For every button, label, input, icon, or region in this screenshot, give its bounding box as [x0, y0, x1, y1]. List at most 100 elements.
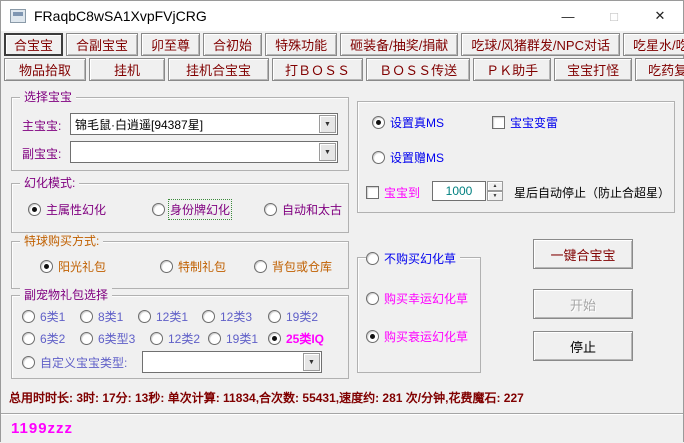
app-window: { "window": { "title": "FRaqbC8wSA1XvpFV…: [0, 0, 684, 442]
sub-pet-value: [75, 142, 317, 162]
custom-pet-type-value: [147, 352, 301, 372]
radio-label: 6类型3: [98, 330, 135, 347]
group-ball-purchase: 特球购买方式: 阳光礼包 特制礼包 背包或仓库: [11, 241, 349, 289]
checkbox-pet-thunder[interactable]: 宝宝变雷: [492, 114, 558, 131]
radio-icon: [366, 330, 379, 343]
chevron-down-icon[interactable]: ▼: [303, 353, 320, 371]
main-pet-label: 主宝宝:: [22, 117, 61, 134]
radio-icon: [80, 332, 93, 345]
close-icon[interactable]: ✕: [637, 1, 683, 31]
radio-icon: [366, 292, 379, 305]
radio-pack-12-2[interactable]: 12类2: [150, 330, 200, 347]
radio-bag-or-warehouse[interactable]: 背包或仓库: [254, 258, 332, 275]
radio-set-gift-ms[interactable]: 设置赠MS: [372, 149, 444, 166]
radio-main-attr-morph[interactable]: 主属性幻化: [28, 201, 106, 218]
radio-icon: [28, 203, 41, 216]
tab-combine-sub-pet[interactable]: 合副宝宝: [66, 33, 138, 56]
tab-row-2: 物品拾取 挂机 挂机合宝宝 打ＢＯＳＳ ＢＯＳＳ传送 ＰＫ助手 宝宝打怪 吃药复…: [4, 58, 680, 81]
tab-eat-starwater-lucky-donate[interactable]: 吃星水/吃幸运/捐团: [623, 33, 684, 56]
radio-icon: [268, 332, 281, 345]
group-sub-pet-pack: 副宠物礼包选择 6类1 8类1 12类1 12类3 19类2 6类2 6类型3 …: [11, 295, 349, 379]
radio-pack-19-2[interactable]: 19类2: [268, 308, 318, 325]
tab-pk-assistant[interactable]: ＰＫ助手: [473, 58, 551, 81]
one-key-combine-button[interactable]: 一键合宝宝: [533, 239, 633, 269]
tab-fight-boss[interactable]: 打ＢＯＳＳ: [272, 58, 363, 81]
tab-eat-medicine-revive[interactable]: 吃药复活: [635, 58, 684, 81]
group-morph-mode-title: 幻化模式:: [20, 176, 79, 190]
tab-item-pickup[interactable]: 物品拾取: [4, 58, 86, 81]
radio-label: 自动和太古: [282, 201, 342, 218]
radio-pack-12-3[interactable]: 12类3: [202, 308, 252, 325]
main-pet-combobox[interactable]: 锦毛鼠·白逍遥[94387星] ▼: [70, 113, 338, 135]
radio-icon: [372, 116, 385, 129]
radio-buy-unlucky-grass[interactable]: 购买衰运幻化草: [366, 328, 468, 345]
star-limit-input[interactable]: [432, 181, 486, 201]
radio-pack-6-type-3[interactable]: 6类型3: [80, 330, 135, 347]
start-button[interactable]: 开始: [533, 289, 633, 319]
radio-icon: [152, 203, 165, 216]
radio-label: 主属性幻化: [46, 201, 106, 218]
tab-afk[interactable]: 挂机: [89, 58, 165, 81]
radio-pack-25-iq[interactable]: 25类IQ: [268, 330, 324, 347]
radio-id-card-morph[interactable]: 身份牌幻化: [152, 201, 230, 218]
radio-label: 购买幸运幻化草: [384, 290, 468, 307]
radio-icon: [254, 260, 267, 273]
radio-auto-taigu[interactable]: 自动和太古: [264, 201, 342, 218]
chevron-down-icon[interactable]: ▼: [319, 143, 336, 161]
radio-label: 特制礼包: [178, 258, 226, 275]
radio-label: 19类2: [286, 308, 318, 325]
radio-sunshine-pack[interactable]: 阳光礼包: [40, 258, 106, 275]
spinner-down-icon[interactable]: ▼: [487, 191, 503, 201]
tab-special-functions[interactable]: 特殊功能: [265, 33, 337, 56]
radio-pack-12-1[interactable]: 12类1: [138, 308, 188, 325]
radio-buy-lucky-grass[interactable]: 购买幸运幻化草: [366, 290, 468, 307]
radio-label: 购买衰运幻化草: [384, 328, 468, 345]
checkbox-label: 宝宝变雷: [510, 114, 558, 131]
radio-icon: [22, 356, 35, 369]
custom-pet-type-combobox[interactable]: ▼: [142, 351, 322, 373]
radio-label: 8类1: [98, 308, 123, 325]
tab-combine-pet[interactable]: 合宝宝: [4, 33, 63, 56]
tab-eat-ball-npc-dialog[interactable]: 吃球/风猪群发/NPC对话: [461, 33, 620, 56]
tab-pet-fight-monster[interactable]: 宝宝打怪: [554, 58, 632, 81]
radio-no-buy-grass[interactable]: 不购买幻化草: [366, 250, 460, 267]
radio-label: 12类1: [156, 308, 188, 325]
radio-label: 身份牌幻化: [170, 201, 230, 218]
spinner-up-icon[interactable]: ▲: [487, 181, 503, 191]
radio-special-pack[interactable]: 特制礼包: [160, 258, 226, 275]
star-limit-spinner: ▲ ▼: [487, 181, 503, 201]
title-bar: FRaqbC8wSA1XvpFVjCRG — □ ✕: [1, 1, 683, 31]
radio-set-true-ms[interactable]: 设置真MS: [372, 114, 444, 131]
minimize-icon[interactable]: —: [545, 1, 591, 31]
window-title: FRaqbC8wSA1XvpFVjCRG: [34, 8, 207, 24]
radio-pack-6-2[interactable]: 6类2: [22, 330, 65, 347]
radio-pack-19-1[interactable]: 19类1: [208, 330, 258, 347]
tab-boss-teleport[interactable]: ＢＯＳＳ传送: [366, 58, 470, 81]
sub-pet-combobox[interactable]: ▼: [70, 141, 338, 163]
radio-pack-8-1[interactable]: 8类1: [80, 308, 123, 325]
tab-smash-equip-lottery-donate[interactable]: 砸装备/抽奖/捐献: [340, 33, 458, 56]
main-pet-value: 锦毛鼠·白逍遥[94387星]: [75, 114, 317, 134]
radio-icon: [138, 310, 151, 323]
status-summary: 总用时时长: 3时: 17分: 13秒: 单次计算: 11834,合次数: 55…: [9, 389, 524, 406]
radio-label: 6类2: [40, 330, 65, 347]
radio-icon: [366, 252, 379, 265]
radio-pack-6-1[interactable]: 6类1: [22, 308, 65, 325]
tab-combine-initial[interactable]: 合初始: [203, 33, 262, 56]
footer-counter: 1199zzz: [11, 420, 73, 437]
radio-label: 设置真MS: [390, 114, 444, 131]
tab-mao-supreme[interactable]: 卯至尊: [141, 33, 200, 56]
tab-afk-combine-pet[interactable]: 挂机合宝宝: [168, 58, 269, 81]
checkbox-pet-to-star[interactable]: 宝宝到: [366, 184, 420, 201]
checkbox-icon: [366, 186, 379, 199]
tab-row-1: 合宝宝 合副宝宝 卯至尊 合初始 特殊功能 砸装备/抽奖/捐献 吃球/风猪群发/…: [4, 33, 680, 56]
group-select-pet: 选择宝宝 主宝宝: 锦毛鼠·白逍遥[94387星] ▼ 副宝宝: ▼: [11, 97, 349, 171]
radio-custom-pet-type[interactable]: 自定义宝宝类型:: [22, 354, 127, 371]
chevron-down-icon[interactable]: ▼: [319, 115, 336, 133]
app-icon: [10, 9, 26, 23]
radio-icon: [150, 332, 163, 345]
radio-label: 不购买幻化草: [384, 250, 456, 267]
checkbox-label: 宝宝到: [384, 184, 420, 201]
maximize-icon[interactable]: □: [591, 1, 637, 31]
stop-button[interactable]: 停止: [533, 331, 633, 361]
